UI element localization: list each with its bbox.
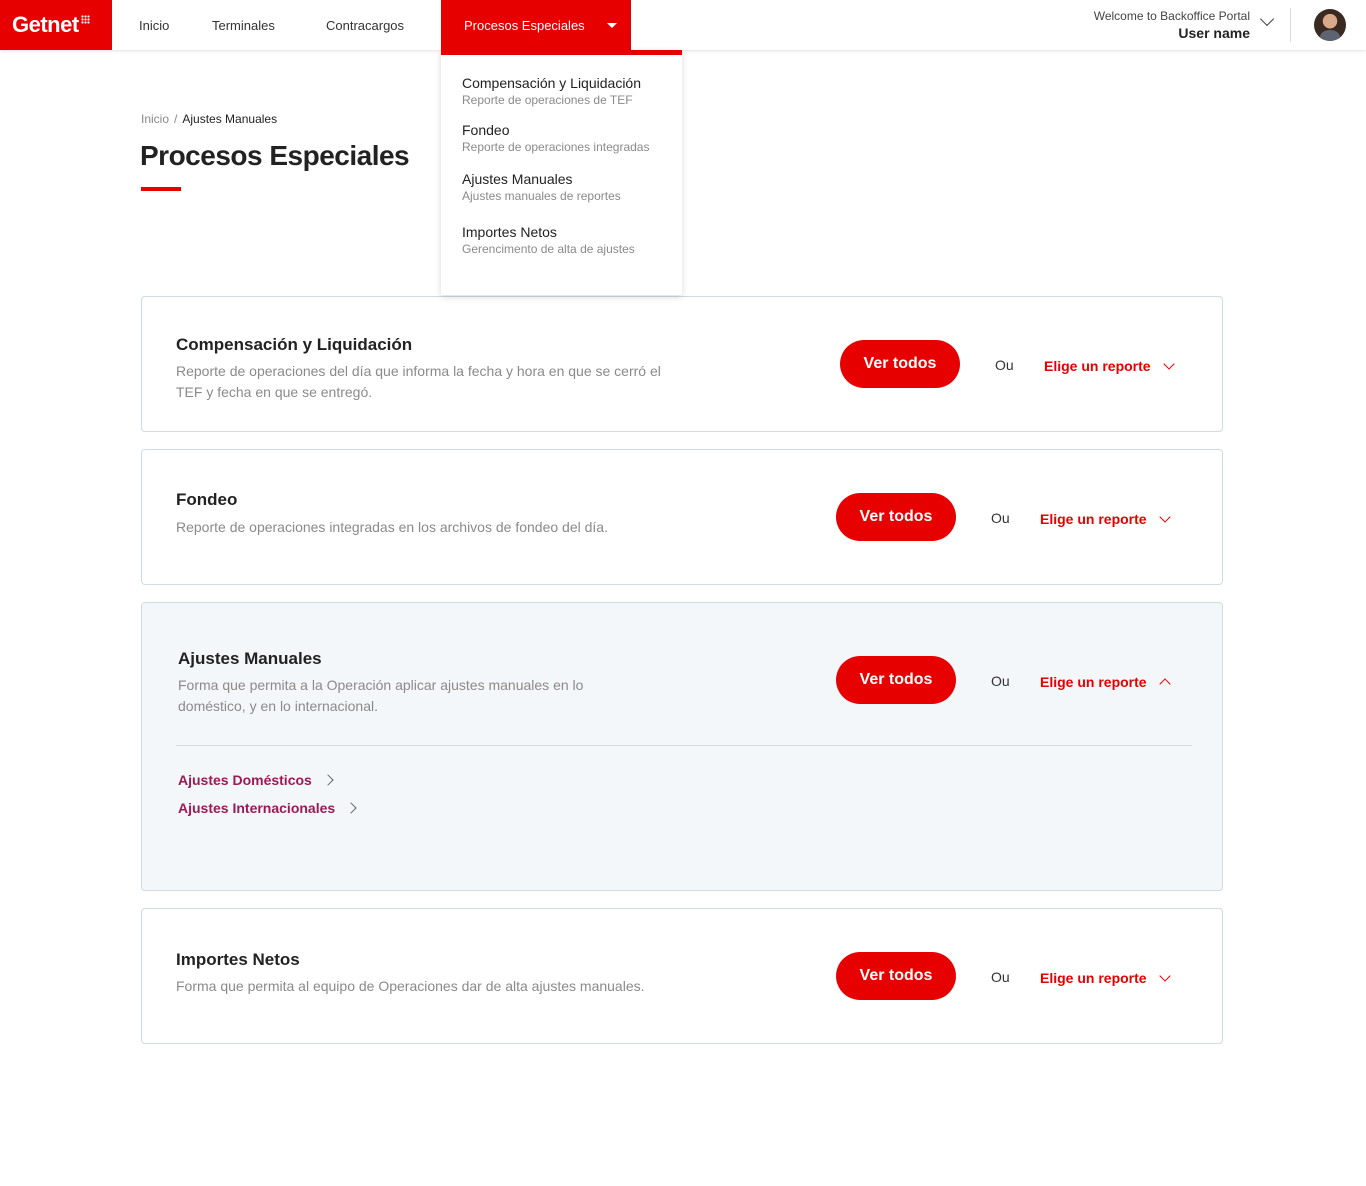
link-ajustes-domesticos[interactable]: Ajustes Domésticos <box>178 772 334 788</box>
card-compensacion: Compensación y Liquidación Reporte de op… <box>141 296 1223 432</box>
nav-item-procesos-especiales[interactable]: Procesos Especiales <box>441 0 631 50</box>
card-title: Ajustes Manuales <box>178 649 322 668</box>
dropdown-item-subtitle: Ajustes manuales de reportes <box>462 189 621 203</box>
chevron-right-icon <box>322 774 334 786</box>
dropdown-item-title: Fondeo <box>462 122 510 138</box>
dropdown-item-subtitle: Gerencimento de alta de ajustes <box>462 242 635 256</box>
elige-label: Elige un reporte <box>1044 358 1151 374</box>
page-title: Procesos Especiales <box>140 140 410 171</box>
dropdown-item-title: Importes Netos <box>462 224 557 240</box>
card-title: Compensación y Liquidación <box>176 335 413 354</box>
link-ajustes-internacionales[interactable]: Ajustes Internacionales <box>178 800 357 816</box>
dropdown-item-title: Compensación y Liquidación <box>462 75 641 91</box>
elige-reporte-dropdown[interactable]: Elige un reporte <box>1040 674 1171 690</box>
ver-todos-button[interactable]: Ver todos <box>836 952 956 1000</box>
welcome-text: Welcome to Backoffice Portal <box>1093 9 1250 23</box>
procesos-dropdown-menu: Compensación y Liquidación Reporte de op… <box>441 50 682 295</box>
nav-item-inicio[interactable]: Inicio <box>139 0 169 50</box>
chevron-down-icon <box>1158 969 1171 982</box>
elige-label: Elige un reporte <box>1040 511 1147 527</box>
elige-reporte-dropdown[interactable]: Elige un reporte <box>1044 357 1175 374</box>
card-title: Fondeo <box>176 490 238 509</box>
divider <box>176 745 1192 746</box>
user-menu[interactable]: Welcome to Backoffice Portal User name <box>1094 9 1250 41</box>
chevron-down-icon <box>1158 510 1171 523</box>
title-underline <box>141 187 181 191</box>
elige-reporte-dropdown[interactable]: Elige un reporte <box>1040 510 1171 527</box>
ver-todos-button[interactable]: Ver todos <box>836 656 956 704</box>
divider <box>1290 8 1291 42</box>
or-label: Ou <box>991 510 1010 526</box>
logo-dots-icon <box>80 14 90 24</box>
card-description: Reporte de operaciones del día que infor… <box>176 363 661 400</box>
or-label: Ou <box>991 673 1010 689</box>
breadcrumb-current: Ajustes Manuales <box>182 112 278 126</box>
dropdown-item-title: Ajustes Manuales <box>462 171 573 187</box>
chevron-down-icon <box>1162 357 1175 370</box>
ver-todos-button[interactable]: Ver todos <box>836 493 956 541</box>
chevron-up-icon <box>1158 678 1171 690</box>
link-label: Ajustes Internacionales <box>178 800 336 816</box>
card-description: Forma que permita al equipo de Operacion… <box>176 978 645 994</box>
or-label: Ou <box>991 969 1010 985</box>
breadcrumb: Inicio / Ajustes Manuales <box>141 112 277 126</box>
dropdown-item-subtitle: Reporte de operaciones integradas <box>462 140 650 154</box>
top-navbar: Getnet Inicio Terminales Contracargos Pr… <box>0 0 1366 50</box>
dropdown-item-compensacion[interactable]: Compensación y Liquidación Reporte de op… <box>462 75 641 107</box>
caret-down-icon <box>606 22 617 28</box>
card-ajustes-manuales: Ajustes Manuales Forma que permita a la … <box>141 602 1223 891</box>
chevron-right-icon <box>345 802 357 814</box>
chevron-down-icon[interactable] <box>1259 11 1275 27</box>
elige-reporte-dropdown[interactable]: Elige un reporte <box>1040 969 1171 986</box>
dropdown-item-importes-netos[interactable]: Importes Netos Gerencimento de alta de a… <box>462 224 635 256</box>
nav-item-contracargos[interactable]: Contracargos <box>326 0 404 50</box>
nav-item-label: Procesos Especiales <box>464 17 585 33</box>
card-description: Reporte de operaciones integradas en los… <box>176 519 608 535</box>
user-name: User name <box>1178 25 1250 41</box>
dropdown-item-subtitle: Reporte de operaciones de TEF <box>462 93 633 107</box>
dropdown-item-ajustes-manuales[interactable]: Ajustes Manuales Ajustes manuales de rep… <box>462 171 621 203</box>
elige-label: Elige un reporte <box>1040 970 1147 986</box>
breadcrumb-home[interactable]: Inicio <box>141 112 169 126</box>
breadcrumb-separator: / <box>174 112 178 126</box>
avatar[interactable] <box>1314 9 1346 41</box>
elige-label: Elige un reporte <box>1040 674 1147 690</box>
card-title: Importes Netos <box>176 950 300 969</box>
logo-text: Getnet <box>12 12 79 37</box>
card-description: Forma que permita a la Operación aplicar… <box>178 677 584 714</box>
dropdown-item-fondeo[interactable]: Fondeo Reporte de operaciones integradas <box>462 122 649 154</box>
or-label: Ou <box>995 357 1014 373</box>
card-importes-netos: Importes Netos Forma que permita al equi… <box>141 908 1223 1044</box>
getnet-logo[interactable]: Getnet <box>0 0 112 50</box>
nav-item-terminales[interactable]: Terminales <box>212 0 275 50</box>
card-fondeo: Fondeo Reporte de operaciones integradas… <box>141 449 1223 585</box>
ver-todos-button[interactable]: Ver todos <box>840 340 960 388</box>
link-label: Ajustes Domésticos <box>178 772 312 788</box>
